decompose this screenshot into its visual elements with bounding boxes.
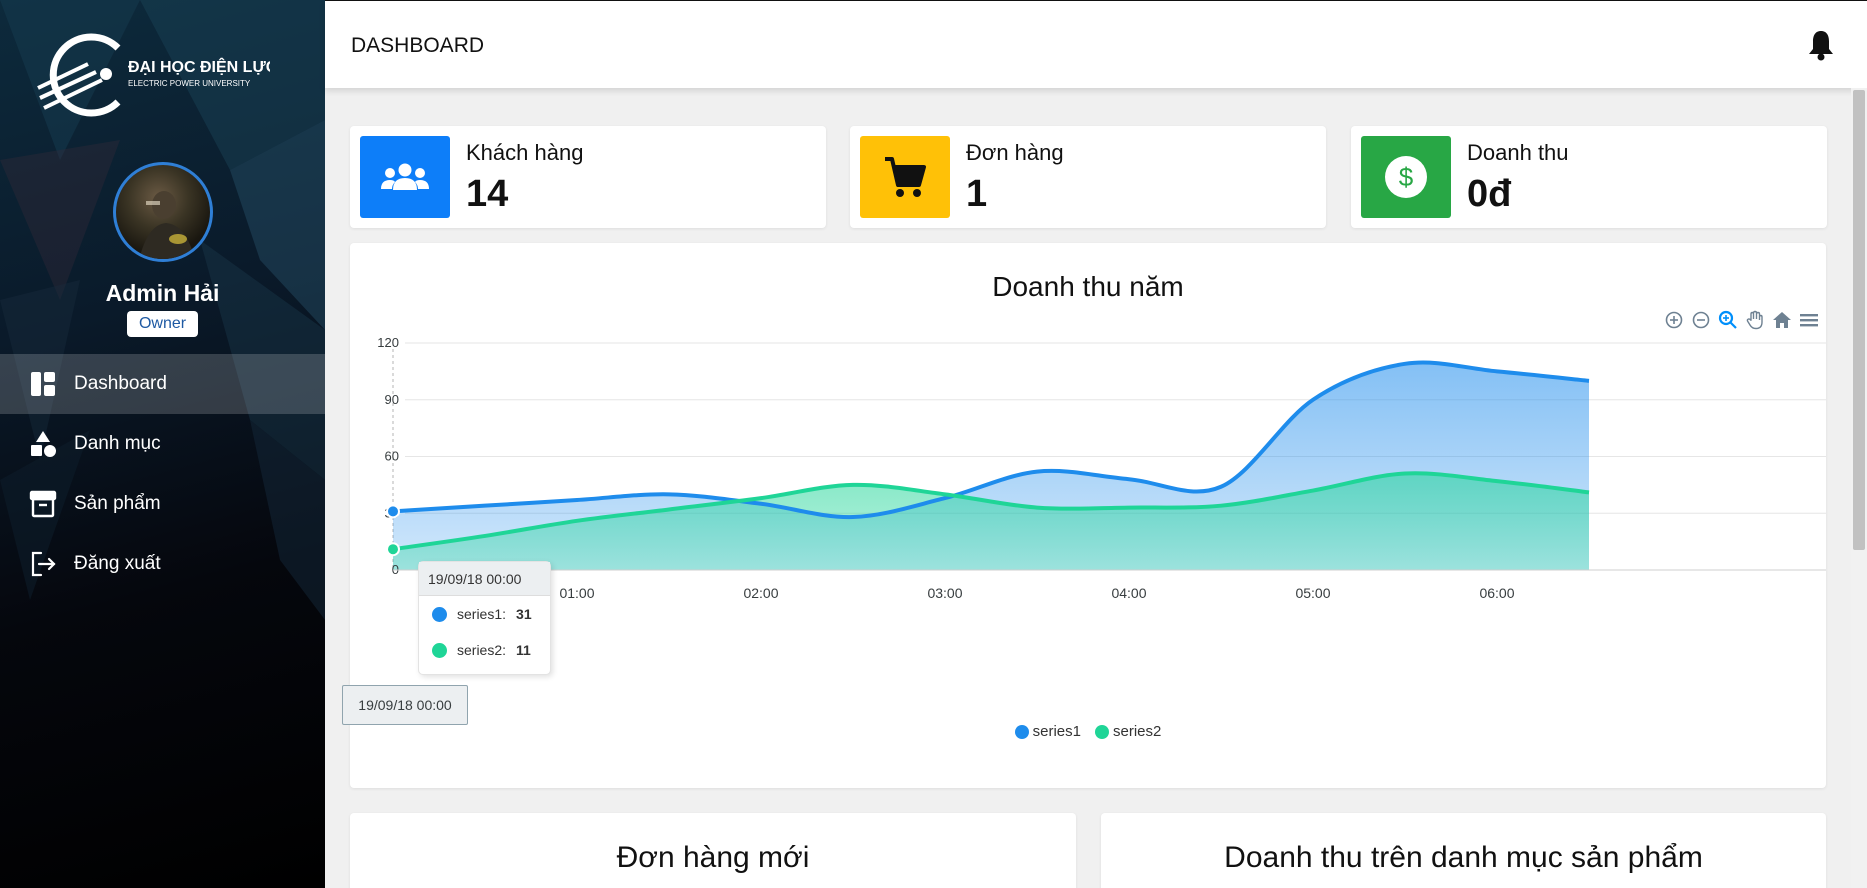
tooltip-series-value: 11 [516,642,531,658]
bell-icon[interactable] [1807,29,1835,61]
logout-icon [28,549,58,579]
stat-value: 1 [966,173,988,215]
stat-card-customers: Khách hàng 14 [350,126,826,228]
y-tick-label: 90 [385,392,399,407]
stat-value: 14 [466,173,509,215]
role-badge: Owner [127,311,198,337]
y-tick-label: 60 [385,449,399,464]
sidebar-item-label: Sản phẩm [74,493,161,514]
card-title: Đơn hàng mới [616,841,810,874]
stat-card-orders: Đơn hàng 1 [850,126,1326,228]
data-point-series1 [386,504,400,519]
sidebar-item-san-pham[interactable]: Sản phẩm [0,474,325,534]
legend-label: series2 [1113,723,1162,740]
tooltip-series-name: series1 [457,606,503,622]
sidebar: ĐẠI HỌC ĐIỆN LỰC ELECTRIC POWER UNIVERSI… [0,0,325,888]
legend-item-series2[interactable]: series2 [1095,723,1161,740]
card-title: Doanh thu trên danh mục sản phẩm [1224,841,1703,874]
brand-name: ĐẠI HỌC ĐIỆN LỰC [128,57,270,76]
top-bar: DASHBOARD [325,0,1867,88]
user-name: Admin Hải [105,280,220,306]
tooltip-header: 19/09/18 00:00 [419,562,550,596]
area-chart[interactable]: 030609012001:0002:0003:0004:0005:0006:00 [350,243,1826,788]
x-tick-label: 04:00 [1111,585,1146,601]
page-title: DASHBOARD [351,34,485,57]
x-tick-label: 05:00 [1295,585,1330,601]
legend-marker [1095,724,1109,739]
brand-subtitle: ELECTRIC POWER UNIVERSITY [128,79,251,88]
sidebar-item-dashboard[interactable]: Dashboard [0,354,325,414]
stat-label: Khách hàng [466,140,584,165]
tooltip-row-series2: series2: 11 [419,632,550,668]
data-point-series2 [386,542,400,557]
tooltip-series-name: series2 [457,642,503,658]
x-tick-label: 01:00 [559,585,594,601]
tooltip-row-series1: series1: 31 [419,596,550,632]
y-tick-label: 120 [377,335,399,350]
sidebar-item-label: Đăng xuất [74,553,161,574]
tooltip-marker [432,606,447,622]
chart-tooltip: 19/09/18 00:00 series1: 31 series2: 11 [418,561,551,675]
sidebar-item-label: Dashboard [74,373,167,394]
shapes-icon [28,429,58,459]
archive-box-icon [28,489,58,519]
dashboard-icon [28,369,58,399]
university-logo: ĐẠI HỌC ĐIỆN LỰC ELECTRIC POWER UNIVERSI… [37,33,270,117]
x-tick-label: 06:00 [1479,585,1514,601]
legend-label: series1 [1032,723,1081,740]
sidebar-item-dang-xuat[interactable]: Đăng xuất [0,534,325,594]
category-revenue-card: Doanh thu trên danh mục sản phẩm [1101,813,1826,888]
avatar[interactable] [113,162,213,262]
stat-value: 0đ [1467,173,1512,215]
cart-icon [860,136,950,218]
stat-card-revenue: $ Doanh thu 0đ [1351,126,1827,228]
svg-text:$: $ [1399,162,1414,192]
scrollbar-thumb[interactable] [1853,90,1865,550]
users-icon [360,136,450,218]
sidebar-item-danh-muc[interactable]: Danh mục [0,414,325,474]
sidebar-item-label: Danh mục [74,433,161,454]
tooltip-marker [432,642,447,658]
legend-marker [1014,724,1029,739]
x-axis-tooltip: 19/09/18 00:00 [342,685,468,725]
stat-label: Đơn hàng [966,140,1064,165]
tooltip-series-value: 31 [516,606,532,622]
revenue-chart-card: Doanh thu năm 60 90 120 01:00 02:00 03:0… [342,243,1826,788]
new-orders-card: Đơn hàng mới [350,813,1076,888]
x-tick-label: 02:00 [743,585,778,601]
x-tick-label: 03:00 [927,585,962,601]
stat-label: Doanh thu [1467,140,1569,165]
legend-item-series1[interactable]: series1 [1014,723,1081,740]
chart-legend: series1 series2 [350,723,1826,740]
sidebar-nav: Dashboard Danh mục Sản phẩm Đăng xuất [0,354,325,594]
dollar-icon: $ [1361,136,1451,218]
